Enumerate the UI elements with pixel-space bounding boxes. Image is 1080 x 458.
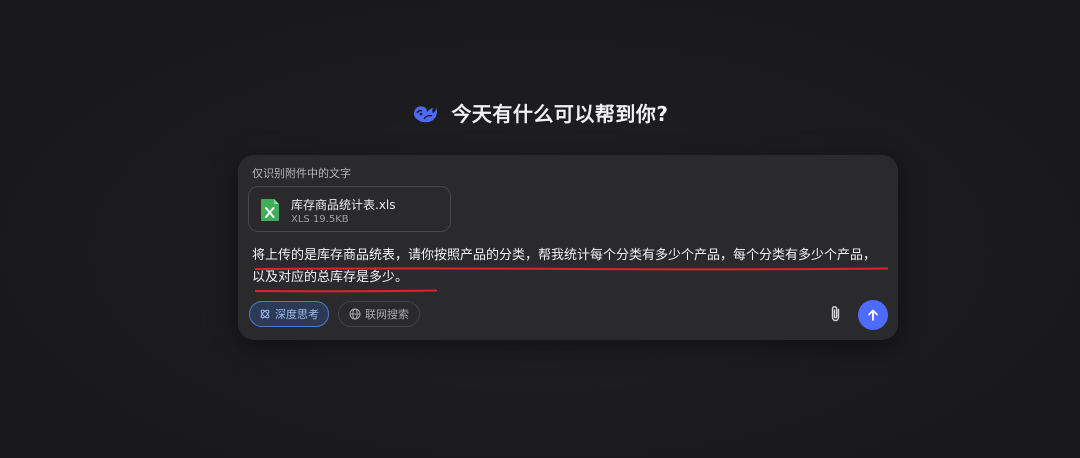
attachment-name: 库存商品统计表.xls — [291, 198, 396, 212]
page-title: 今天有什么可以帮到你? — [451, 102, 669, 126]
deep-think-button[interactable]: 深度思考 — [249, 301, 329, 327]
attachment-hint: 仅识别附件中的文字 — [252, 167, 351, 180]
globe-icon — [349, 308, 361, 320]
annotation-underline — [255, 267, 888, 271]
web-search-button[interactable]: 联网搜索 — [338, 301, 420, 327]
excel-file-icon — [261, 199, 279, 221]
arrow-up-icon — [868, 309, 878, 321]
deep-think-label: 深度思考 — [275, 308, 319, 321]
page: 今天有什么可以帮到你? 仅识别附件中的文字 库存商品统计表.xls XLS 19… — [0, 0, 1080, 458]
annotation-underline — [255, 289, 437, 293]
attachment-chip[interactable]: 库存商品统计表.xls XLS 19.5KB — [248, 186, 451, 232]
paperclip-icon[interactable] — [828, 305, 844, 323]
chat-composer: 仅识别附件中的文字 库存商品统计表.xls XLS 19.5KB 将上传的是库存… — [238, 155, 898, 340]
atom-icon — [260, 309, 270, 319]
web-search-label: 联网搜索 — [365, 308, 409, 321]
whale-logo-icon — [414, 105, 438, 122]
send-button[interactable] — [858, 300, 888, 330]
welcome-header: 今天有什么可以帮到你? — [0, 98, 1080, 127]
attachment-size: XLS 19.5KB — [291, 214, 349, 225]
